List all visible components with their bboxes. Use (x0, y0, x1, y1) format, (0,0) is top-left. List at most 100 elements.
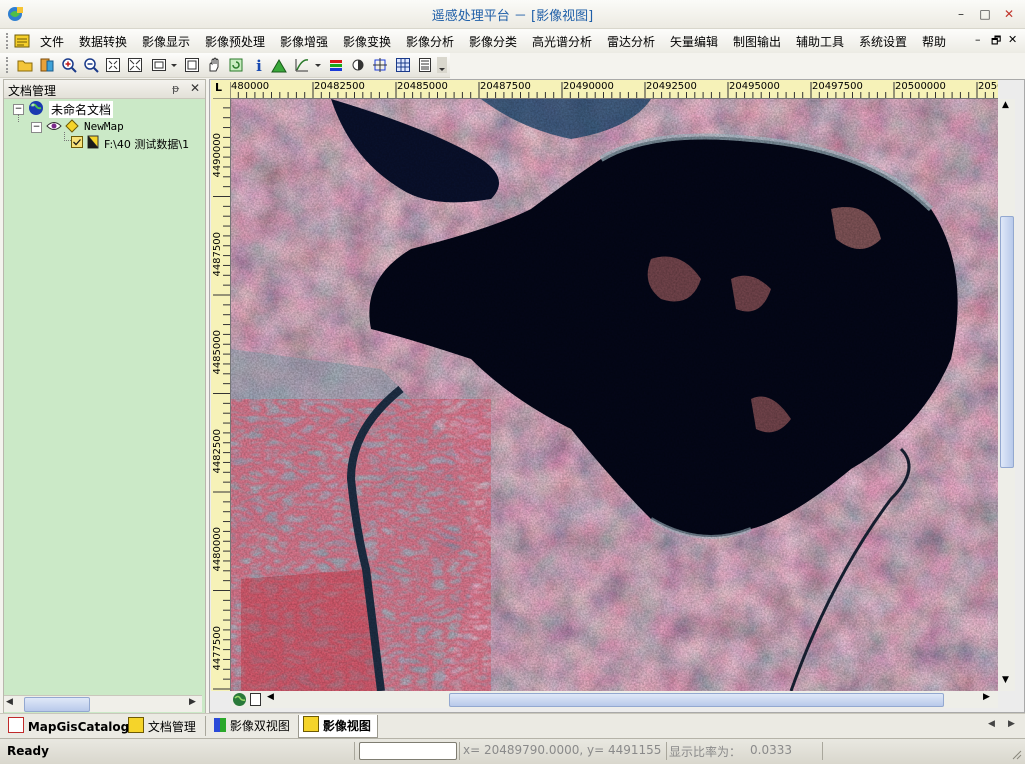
horizontal-scroll-thumb[interactable] (449, 693, 944, 707)
menu-image-transform[interactable]: 影像变换 (343, 33, 391, 50)
ruler-corner[interactable]: L (211, 80, 231, 99)
curve-icon[interactable] (294, 57, 310, 73)
panel-header: 文档管理 ᵽ ✕ (4, 80, 205, 99)
status-scale-value: 0.0333 (750, 743, 792, 757)
full-extent-icon[interactable] (127, 57, 143, 73)
eye-icon[interactable] (46, 119, 62, 133)
panel-horizontal-scrollbar[interactable]: ◀ ▶ (4, 695, 202, 712)
catalog-icon (8, 717, 24, 733)
band-colors-icon[interactable] (328, 57, 344, 73)
menu-map-output[interactable]: 制图输出 (733, 33, 781, 50)
maximize-button[interactable]: □ (976, 6, 994, 22)
top-ruler-label: 20500000 (895, 81, 946, 92)
dropdown-icon-2[interactable] (314, 57, 322, 73)
menu-vector-edit[interactable]: 矢量编辑 (670, 33, 718, 50)
minimize-button[interactable]: – (952, 6, 970, 22)
menu-data-convert[interactable]: 数据转换 (79, 33, 127, 50)
grid-icon[interactable] (395, 57, 411, 73)
globe-nav-icon[interactable] (232, 692, 247, 707)
layer-check-icon[interactable] (71, 136, 83, 148)
toolbar-grip[interactable] (6, 57, 12, 73)
menu-file[interactable]: 文件 (40, 33, 64, 50)
pan-icon[interactable] (206, 57, 222, 73)
menu-doc-icon[interactable] (13, 32, 31, 50)
menu-hyperspectral[interactable]: 高光谱分析 (532, 33, 592, 50)
grip-handle[interactable] (6, 33, 12, 49)
title-bar: 遥感处理平台 － [影像视图] – □ ✕ (0, 0, 1025, 29)
tree-map-label[interactable]: NewMap (84, 120, 124, 133)
dual-view-icon (214, 718, 226, 732)
histogram-icon[interactable] (271, 57, 287, 73)
scroll-up-arrow[interactable]: ▲ (1002, 100, 1009, 110)
status-bar: Ready x= 20489790.0000, y= 4491155 显示比率为… (0, 738, 1025, 764)
tab-next-arrow[interactable]: ▶ (1008, 719, 1015, 729)
scroll-thumb[interactable] (24, 697, 90, 712)
document-panel: 文档管理 ᵽ ✕ − 未命名文档 − NewMap F:\40 测试数据\1 (3, 79, 206, 715)
tab-prev-arrow[interactable]: ◀ (988, 719, 995, 729)
open-folder-icon[interactable] (17, 57, 33, 73)
tree-collapse-map[interactable]: − (31, 122, 42, 133)
mdi-restore-button[interactable]: 🗗 (991, 32, 1001, 51)
map-diamond-icon (65, 119, 79, 133)
zoom-out-icon[interactable] (83, 57, 99, 73)
brightness-icon[interactable] (350, 57, 366, 73)
satellite-image[interactable] (231, 99, 998, 691)
view-horizontal-scrollbar[interactable]: ◀ ▶ (231, 691, 998, 708)
resize-grip-icon[interactable] (1010, 748, 1022, 760)
hscroll-left-arrow[interactable]: ◀ (267, 692, 274, 702)
satellite-image-canvas (231, 99, 998, 691)
menu-bar: 文件 数据转换 影像显示 影像预处理 影像增强 影像变换 影像分析 影像分类 高… (0, 29, 1025, 53)
view-vertical-scrollbar[interactable]: ▲ ▼ (998, 99, 1015, 691)
left-ruler-label: 4477500 (212, 625, 223, 671)
globe-icon (28, 100, 44, 116)
menu-image-preprocess[interactable]: 影像预处理 (205, 33, 265, 50)
menu-tools[interactable]: 辅助工具 (796, 33, 844, 50)
progress-box (359, 742, 457, 760)
zoom-in-icon[interactable] (61, 57, 77, 73)
tab-dual-view[interactable]: 影像双视图 (214, 717, 290, 735)
menu-image-enhance[interactable]: 影像增强 (280, 33, 328, 50)
fit-window-icon[interactable] (105, 57, 121, 73)
menu-image-analysis[interactable]: 影像分析 (406, 33, 454, 50)
dropdown-icon[interactable] (170, 57, 178, 73)
overflow-icon[interactable] (437, 57, 447, 73)
tab-label: 影像双视图 (229, 719, 290, 733)
scroll-right-arrow[interactable]: ▶ (189, 697, 196, 707)
menu-image-display[interactable]: 影像显示 (142, 33, 190, 50)
table-icon[interactable] (417, 57, 433, 73)
close-button[interactable]: ✕ (1000, 6, 1018, 22)
menu-radar[interactable]: 雷达分析 (607, 33, 655, 50)
left-ruler-label: 4485000 (212, 330, 223, 375)
refresh-icon[interactable] (228, 57, 244, 73)
menu-image-classify[interactable]: 影像分类 (469, 33, 517, 50)
layer-icon[interactable] (39, 57, 55, 73)
tab-document-management[interactable]: 文档管理 (128, 717, 196, 735)
left-ruler: 4490000 4487500 4485000 4482500 4480000 44775… (211, 98, 231, 691)
scroll-left-arrow[interactable]: ◀ (6, 697, 13, 707)
crosshair-icon[interactable] (372, 57, 388, 73)
top-ruler-label: 20495000 (729, 81, 780, 92)
document-icon (128, 717, 144, 733)
select-frame-icon[interactable] (184, 57, 200, 73)
info-icon[interactable]: i (251, 57, 267, 75)
tab-divider (205, 716, 206, 736)
mdi-close-button[interactable]: ✕ (1008, 33, 1017, 46)
tab-mapgiscatalog[interactable]: MapGisCatalog (8, 717, 129, 735)
page-nav-icon[interactable] (249, 692, 263, 707)
menu-help[interactable]: 帮助 (922, 33, 946, 50)
status-separator-2 (459, 742, 460, 760)
tree-layer-label[interactable]: F:\40 测试数据\1 (104, 136, 189, 152)
frame-icon[interactable] (151, 57, 167, 73)
panel-close-icon[interactable]: ✕ (190, 81, 200, 95)
scroll-down-arrow[interactable]: ▼ (1002, 675, 1009, 685)
vertical-scroll-thumb[interactable] (1000, 216, 1014, 468)
top-ruler-label: 20482500 (314, 81, 365, 92)
pin-icon[interactable]: ᵽ (172, 82, 179, 95)
hscroll-right-arrow[interactable]: ▶ (983, 692, 990, 702)
tree-root-label[interactable]: 未命名文档 (49, 101, 114, 118)
mdi-minimize-button[interactable]: – (975, 33, 981, 46)
menu-settings[interactable]: 系统设置 (859, 33, 907, 50)
panel-title: 文档管理 (8, 84, 57, 98)
tab-image-view[interactable]: 影像视图 (298, 715, 378, 738)
left-ruler-ticks (213, 98, 230, 690)
